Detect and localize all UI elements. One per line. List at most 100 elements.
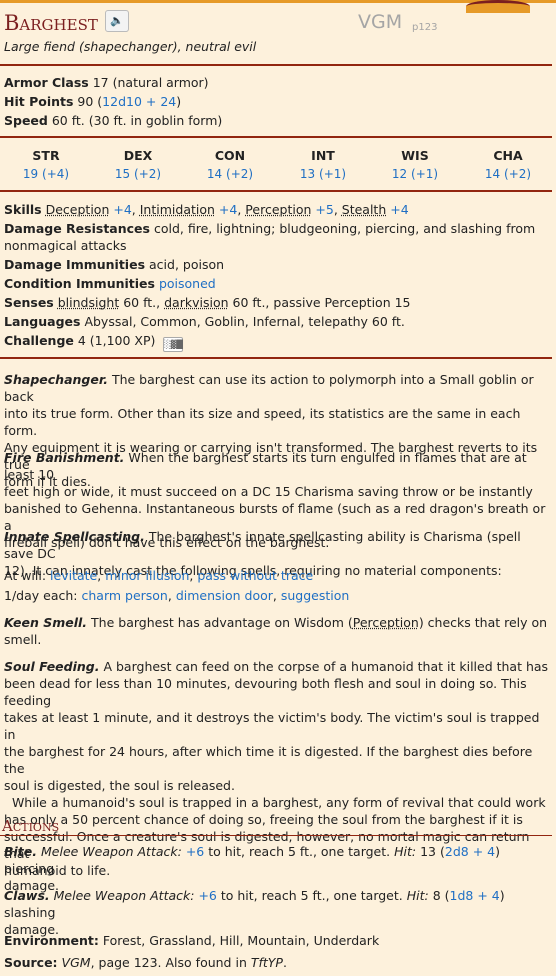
damage-roll[interactable]: 2d8 + 4 — [445, 844, 495, 859]
trait-title: Soul Feeding. — [4, 659, 100, 674]
ability-str: STR 19 (+4) — [0, 148, 92, 181]
monster-name: Barghest — [4, 11, 98, 35]
spell-link[interactable]: minor illusion — [105, 568, 189, 583]
hp-dice-roll[interactable]: 12d10 + 24 — [102, 94, 176, 109]
spell-link[interactable]: dimension door — [176, 588, 273, 603]
skill-bonus[interactable]: +4 — [390, 202, 408, 217]
damage-roll[interactable]: 1d8 + 4 — [450, 888, 500, 903]
languages-label: Languages — [4, 314, 81, 329]
action-text: 13 ( — [420, 844, 445, 859]
spells-daily-row: 1/day each: charm person, dimension door… — [4, 588, 350, 603]
source-book-secondary[interactable]: TftYP — [251, 955, 283, 970]
ability-name: STR — [32, 148, 60, 163]
trait-text: feet high or wide, it must succeed on a … — [4, 484, 533, 499]
ability-dex: DEX 15 (+2) — [92, 148, 184, 181]
skill-perception[interactable]: Perception — [245, 202, 311, 217]
trait-text: has only a 50 percent chance of doing so… — [4, 812, 523, 827]
source-text: . — [282, 955, 287, 970]
hp-close: ) — [176, 94, 182, 109]
challenge-label: Challenge — [4, 333, 74, 348]
challenge-value: 4 (1,100 XP) — [77, 333, 156, 348]
trait-text: smell. — [4, 632, 42, 647]
resistances-value-cont: nonmagical attacks — [4, 238, 127, 253]
trait-text: ) checks that rely on — [418, 615, 548, 630]
immunities-value: acid, poison — [149, 257, 225, 272]
armor-class-row: Armor Class 17 (natural armor) — [4, 75, 209, 90]
divider — [0, 357, 552, 359]
blindsight-range: 60 ft., — [123, 295, 161, 310]
skill-bonus[interactable]: +5 — [315, 202, 333, 217]
skill-bonus[interactable]: +4 — [219, 202, 237, 217]
trait-text: been dead for less than 10 minutes, devo… — [4, 676, 527, 708]
trait-text: the barghest for 24 hours, after which t… — [4, 744, 533, 776]
skill-deception[interactable]: Deception — [46, 202, 110, 217]
senses-row: Senses blindsight 60 ft., darkvision 60 … — [4, 295, 411, 310]
action-text: to hit, reach 5 ft., one target. — [208, 844, 391, 859]
blindsight-link[interactable]: blindsight — [58, 295, 119, 310]
hp-label: Hit Points — [4, 94, 74, 109]
ac-label: Armor Class — [4, 75, 89, 90]
environment-value: Forest, Grassland, Hill, Mountain, Under… — [102, 933, 380, 948]
statblock-header: Barghest 🔈 VGM p123 — [4, 8, 552, 38]
ability-score[interactable]: 14 (+2) — [462, 167, 554, 181]
hp-value: 90 ( — [77, 94, 103, 109]
source-book[interactable]: VGM — [62, 955, 91, 970]
spell-link[interactable]: pass without trace — [197, 568, 313, 583]
at-will-label: At will: — [4, 568, 47, 583]
ability-wis: WIS 12 (+1) — [369, 148, 461, 181]
divider — [0, 64, 552, 66]
action-title: Claws. — [4, 888, 50, 903]
source-abbr[interactable]: VGM — [358, 11, 402, 33]
spells-at-will-row: At will: levitate, minor illusion, pass … — [4, 568, 314, 583]
source-row: Source: VGM, page 123. Also found in Tft… — [4, 955, 287, 970]
trait-text: While a humanoid's soul is trapped in a … — [4, 795, 546, 810]
trait-text: takes at least 1 minute, and it destroys… — [4, 710, 540, 742]
action-text: to hit, reach 5 ft., one target. — [220, 888, 403, 903]
darkvision-link[interactable]: darkvision — [164, 295, 228, 310]
ability-con: CON 14 (+2) — [184, 148, 276, 181]
divider — [0, 136, 552, 138]
attack-bonus-roll[interactable]: +6 — [186, 844, 204, 859]
ability-name: CHA — [493, 148, 523, 163]
actions-divider — [0, 835, 552, 836]
ability-score[interactable]: 14 (+2) — [184, 167, 276, 181]
spell-link[interactable]: suggestion — [281, 588, 349, 603]
ability-score[interactable]: 15 (+2) — [92, 167, 184, 181]
skill-stealth[interactable]: Stealth — [342, 202, 386, 217]
speed-row: Speed 60 ft. (30 ft. in goblin form) — [4, 113, 222, 128]
spell-link[interactable]: charm person — [81, 588, 167, 603]
skills-row: Skills Deception +4, Intimidation +4, Pe… — [4, 202, 409, 217]
environment-label: Environment: — [4, 933, 99, 948]
trait-title: Keen Smell. — [4, 615, 88, 630]
ability-score[interactable]: 13 (+1) — [277, 167, 369, 181]
trait-keen-smell: Keen Smell. The barghest has advantage o… — [4, 614, 550, 648]
ability-name: DEX — [123, 148, 153, 163]
speed-label: Speed — [4, 113, 48, 128]
languages-value: Abyssal, Common, Goblin, Infernal, telep… — [84, 314, 405, 329]
perception-link[interactable]: Perception — [353, 615, 419, 630]
hit-label: Hit: — [406, 888, 429, 903]
ability-int: INT 13 (+1) — [277, 148, 369, 181]
condition-poisoned-link[interactable]: poisoned — [159, 276, 216, 291]
attack-bonus-roll[interactable]: +6 — [198, 888, 216, 903]
bar-chart-icon[interactable]: ░▓█ — [163, 337, 184, 352]
trait-text: The barghest has advantage on Wisdom ( — [91, 615, 353, 630]
ability-name: INT — [311, 148, 335, 163]
ability-name: CON — [214, 148, 246, 163]
condition-immunities-label: Condition Immunities — [4, 276, 155, 291]
source-page: p123 — [412, 22, 438, 33]
action-title: Bite. — [4, 844, 38, 859]
resistances-row: Damage Resistances cold, fire, lightning… — [4, 221, 535, 236]
ability-score[interactable]: 12 (+1) — [369, 167, 461, 181]
languages-row: Languages Abyssal, Common, Goblin, Infer… — [4, 314, 405, 329]
speaker-icon[interactable]: 🔈 — [105, 10, 129, 32]
trait-text: A barghest can feed on the corpse of a h… — [103, 659, 549, 674]
attack-type: Melee Weapon Attack: — [53, 888, 195, 903]
darkvision-range: 60 ft., passive Perception 15 — [232, 295, 411, 310]
skill-bonus[interactable]: +4 — [113, 202, 131, 217]
spell-link[interactable]: levitate — [50, 568, 97, 583]
divider — [0, 190, 552, 192]
skill-intimidation[interactable]: Intimidation — [140, 202, 215, 217]
actions-heading: Actions — [2, 817, 60, 835]
ability-score[interactable]: 19 (+4) — [0, 167, 92, 181]
